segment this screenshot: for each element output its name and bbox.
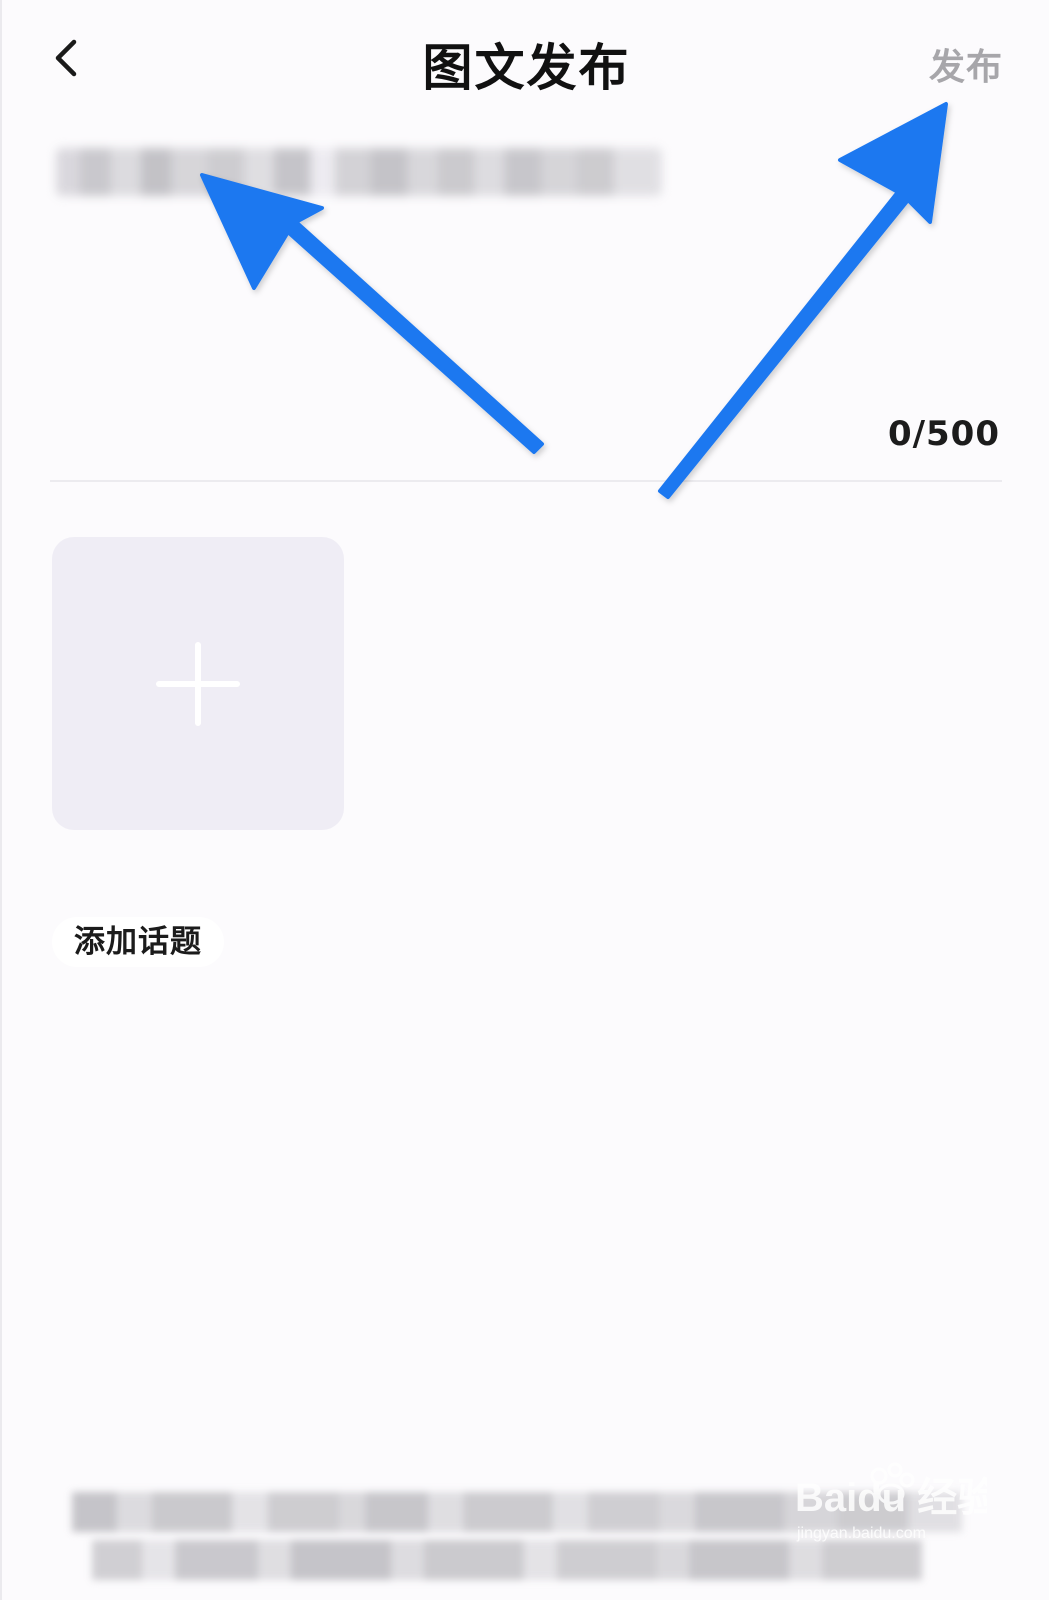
post-text-input[interactable]: 0/500 [50, 120, 1002, 480]
publish-button[interactable]: 发布 [929, 38, 1003, 90]
blurred-placeholder-text [56, 148, 662, 196]
watermark-url: jingyan.baidu.com [796, 1525, 926, 1542]
divider [50, 480, 1002, 482]
baidu-jingyan-watermark: Baidu 经验 jingyan.baidu.com [787, 1456, 997, 1546]
add-topic-button[interactable]: 添加话题 [52, 917, 224, 967]
watermark-brand: Baidu 经验 [795, 1476, 987, 1520]
character-counter: 0/500 [887, 414, 1000, 454]
top-nav-bar: 图文发布 发布 [2, 0, 1049, 120]
plus-icon [156, 641, 240, 726]
post-editor-screen: 图文发布 发布 0/500 添加话题 Baidu 经验 jingyan.baid… [0, 0, 1049, 1600]
add-image-button[interactable] [52, 537, 344, 830]
page-title: 图文发布 [422, 39, 631, 97]
